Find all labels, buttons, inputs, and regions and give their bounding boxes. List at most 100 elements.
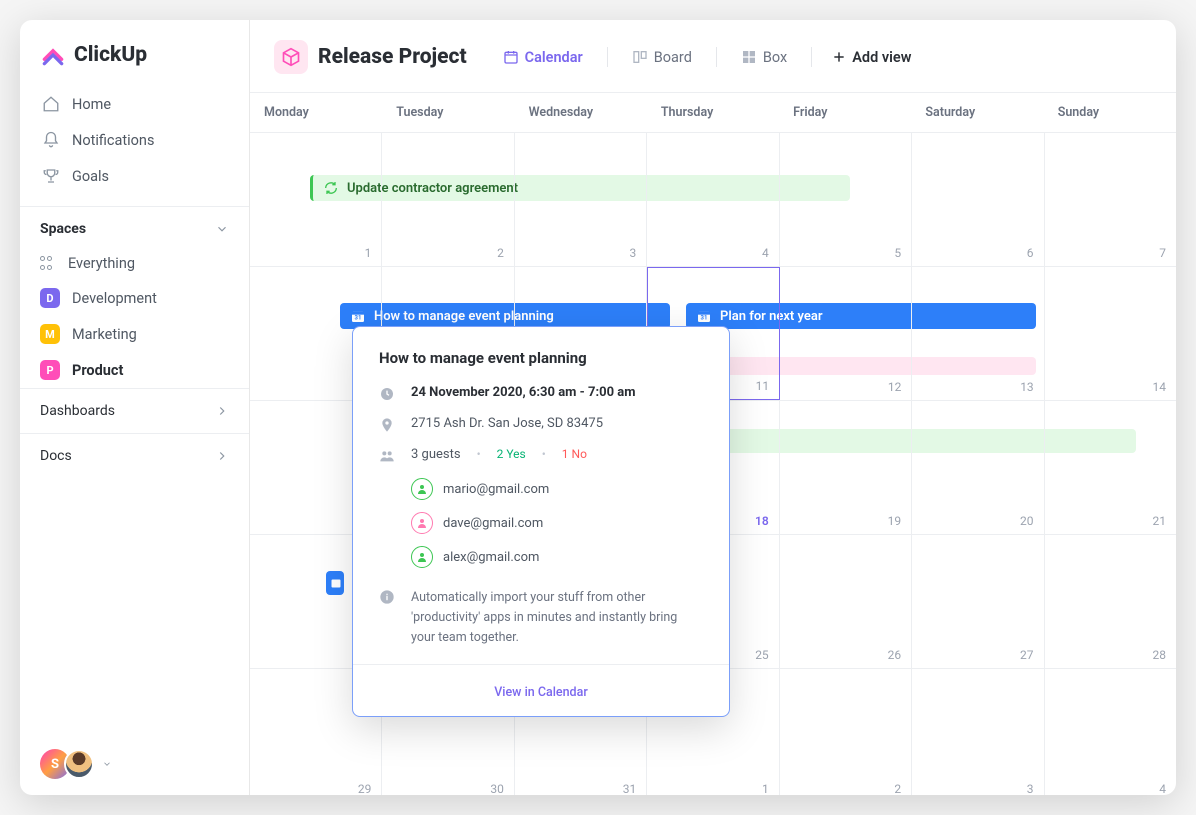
guests-no: 1 No <box>562 447 587 461</box>
chevron-right-icon <box>215 449 229 463</box>
bell-icon <box>42 131 60 149</box>
guest-row: alex@gmail.com <box>411 540 703 574</box>
home-icon <box>42 95 60 113</box>
day-number: 3 <box>1027 782 1034 795</box>
clickup-logo-icon <box>40 42 66 68</box>
spaces-header[interactable]: Spaces <box>20 206 249 247</box>
user-avatar <box>64 749 94 779</box>
nav-home[interactable]: Home <box>28 86 241 122</box>
space-badge: D <box>40 288 60 308</box>
guests-count: 3 guests <box>411 447 461 462</box>
add-view-label: Add view <box>852 49 911 66</box>
people-icon <box>379 448 395 464</box>
space-label: Marketing <box>72 326 137 343</box>
day-cell[interactable]: 5 <box>780 133 912 266</box>
day-cell[interactable]: 1 <box>250 133 382 266</box>
day-number: 3 <box>630 246 637 260</box>
day-number: 6 <box>1027 246 1034 260</box>
day-number: 2 <box>497 246 504 260</box>
day-cell[interactable]: 2 <box>780 669 912 795</box>
day-cell[interactable]: 12 <box>780 267 912 400</box>
day-number: 4 <box>762 246 769 260</box>
popover-datetime-row: 24 November 2020, 6:30 am - 7:00 am <box>379 385 703 402</box>
section-title: Spaces <box>40 221 86 237</box>
day-cell[interactable]: 14 <box>1045 267 1176 400</box>
popover-footer: View in Calendar <box>353 664 729 716</box>
popover-address-row: 2715 Ash Dr. San Jose, SD 83475 <box>379 416 703 433</box>
day-header: Tuesday <box>382 93 514 132</box>
day-number: 30 <box>490 782 504 795</box>
day-cell[interactable]: 27 <box>912 535 1044 668</box>
day-cell[interactable]: 28 <box>1045 535 1176 668</box>
day-number: 1 <box>762 782 769 795</box>
app-window: ClickUp Home Notifications Goals Spaces … <box>20 20 1176 795</box>
add-view-button[interactable]: Add view <box>832 49 911 66</box>
popover-address: 2715 Ash Dr. San Jose, SD 83475 <box>411 416 603 431</box>
day-cell[interactable]: 2 <box>382 133 514 266</box>
day-cell[interactable]: 4 <box>647 133 779 266</box>
popover-description-row: Automatically import your stuff from oth… <box>379 588 703 648</box>
day-header: Monday <box>250 93 382 132</box>
project-title: Release Project <box>318 45 467 69</box>
location-icon <box>379 417 395 433</box>
day-number: 28 <box>1152 648 1166 662</box>
day-number: 25 <box>755 648 769 662</box>
chevron-right-icon <box>215 404 229 418</box>
day-cell[interactable]: 19 <box>780 401 912 534</box>
brand-logo[interactable]: ClickUp <box>20 20 249 86</box>
popover-title: How to manage event planning <box>379 349 703 367</box>
sidebar: ClickUp Home Notifications Goals Spaces … <box>20 20 250 795</box>
day-number: 27 <box>1020 648 1034 662</box>
nav-goals[interactable]: Goals <box>28 158 241 194</box>
nav-notifications[interactable]: Notifications <box>28 122 241 158</box>
day-cell[interactable]: 7 <box>1045 133 1176 266</box>
trophy-icon <box>42 167 60 185</box>
guest-email: dave@gmail.com <box>443 516 543 531</box>
popover-datetime: 24 November 2020, 6:30 am - 7:00 am <box>411 385 636 400</box>
tab-calendar[interactable]: Calendar <box>493 43 593 72</box>
space-marketing[interactable]: M Marketing <box>20 316 249 352</box>
day-number: 1 <box>365 246 372 260</box>
user-menu[interactable]: S <box>20 733 249 795</box>
everything-icon <box>40 256 56 272</box>
nav-docs[interactable]: Docs <box>20 433 249 478</box>
day-header: Friday <box>779 93 911 132</box>
day-cell[interactable]: 21 <box>1045 401 1176 534</box>
nav-label: Home <box>72 96 111 113</box>
primary-nav: Home Notifications Goals <box>20 86 249 194</box>
day-cell[interactable]: 20 <box>912 401 1044 534</box>
day-number: 4 <box>1159 782 1166 795</box>
view-in-calendar-link[interactable]: View in Calendar <box>494 685 588 700</box>
tab-board[interactable]: Board <box>622 43 702 72</box>
day-number: 26 <box>888 648 902 662</box>
day-number: 20 <box>1020 514 1034 528</box>
guest-row: dave@gmail.com <box>411 506 703 540</box>
day-header: Saturday <box>911 93 1043 132</box>
space-product[interactable]: P Product <box>20 352 249 388</box>
day-cell[interactable]: 4 <box>1045 669 1176 795</box>
space-development[interactable]: D Development <box>20 280 249 316</box>
day-number: 29 <box>358 782 372 795</box>
tab-label: Board <box>654 49 692 66</box>
guests-yes: 2 Yes <box>497 447 526 461</box>
nav-label: Goals <box>72 168 109 185</box>
guest-row: mario@gmail.com <box>411 472 703 506</box>
day-cell[interactable]: 3 <box>515 133 647 266</box>
space-label: Product <box>72 362 123 379</box>
tab-box[interactable]: Box <box>731 43 797 72</box>
divider <box>607 47 608 67</box>
day-cell[interactable]: 13 <box>912 267 1044 400</box>
day-cell[interactable]: 26 <box>780 535 912 668</box>
day-number: 11 <box>756 379 770 393</box>
guest-avatar <box>411 512 433 534</box>
day-cell[interactable]: 3 <box>912 669 1044 795</box>
guest-email: alex@gmail.com <box>443 550 539 565</box>
day-cell[interactable]: 6 <box>912 133 1044 266</box>
nav-dashboards[interactable]: Dashboards <box>20 388 249 433</box>
space-everything[interactable]: Everything <box>20 247 249 280</box>
divider <box>716 47 717 67</box>
guest-avatar <box>411 478 433 500</box>
day-number: 31 <box>623 782 637 795</box>
day-number: 5 <box>894 246 901 260</box>
section-label: Docs <box>40 448 72 464</box>
